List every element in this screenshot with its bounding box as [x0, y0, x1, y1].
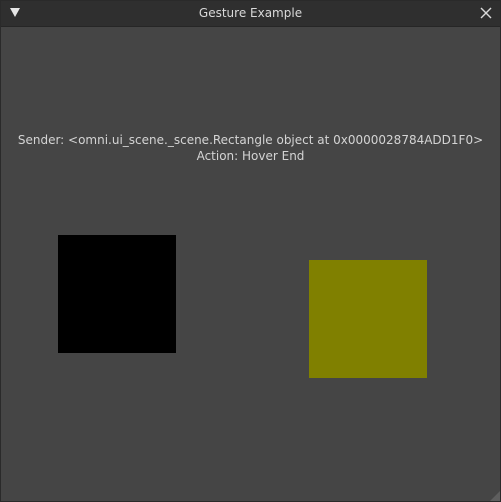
gesture-info-label: Sender: <omni.ui_scene._scene.Rectangle … — [1, 132, 500, 164]
window-title: Gesture Example — [198, 6, 303, 20]
black-rectangle[interactable] — [58, 235, 176, 353]
action-text: Action: Hover End — [196, 149, 305, 163]
olive-rectangle[interactable] — [309, 260, 427, 378]
resize-grip[interactable] — [490, 491, 500, 501]
gesture-example-window: Gesture Example Sender: <omni.ui_scene._… — [0, 0, 501, 502]
sender-text: Sender: <omni.ui_scene._scene.Rectangle … — [17, 133, 484, 147]
title-bar[interactable]: Gesture Example — [1, 1, 500, 27]
close-icon[interactable] — [480, 7, 492, 19]
scene-viewport[interactable]: Sender: <omni.ui_scene._scene.Rectangle … — [1, 27, 500, 501]
